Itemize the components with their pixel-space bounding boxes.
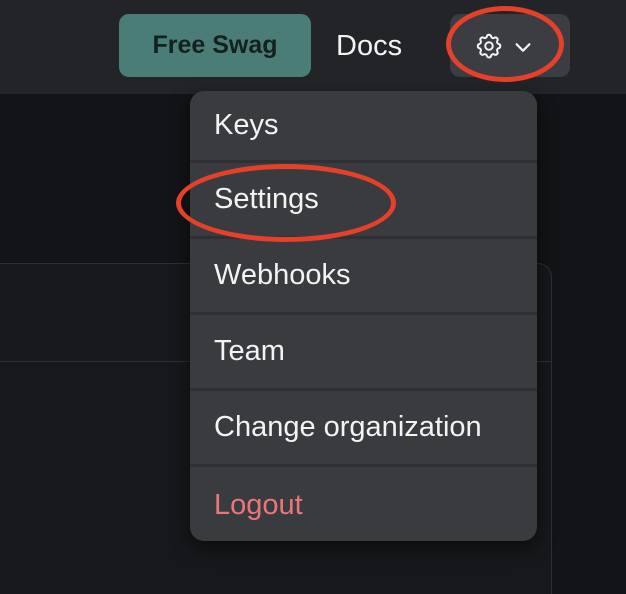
menu-item-change-organization[interactable]: Change organization: [190, 391, 537, 467]
chevron-down-icon: [515, 43, 531, 52]
menu-item-team[interactable]: Team: [190, 315, 537, 391]
settings-menu-toggle[interactable]: [450, 14, 570, 77]
menu-item-webhooks[interactable]: Webhooks: [190, 239, 537, 315]
free-swag-button[interactable]: Free Swag: [119, 14, 311, 77]
docs-link[interactable]: Docs: [336, 28, 402, 64]
menu-item-settings[interactable]: Settings: [190, 163, 537, 239]
top-navbar: Free Swag Docs: [0, 0, 626, 94]
gear-icon: [476, 33, 502, 59]
menu-item-keys[interactable]: Keys: [190, 91, 537, 163]
menu-item-logout[interactable]: Logout: [190, 467, 537, 541]
app-window: Free Swag Docs Keys Settings Webhooks Te…: [0, 0, 626, 594]
settings-dropdown-menu: Keys Settings Webhooks Team Change organ…: [190, 91, 537, 541]
